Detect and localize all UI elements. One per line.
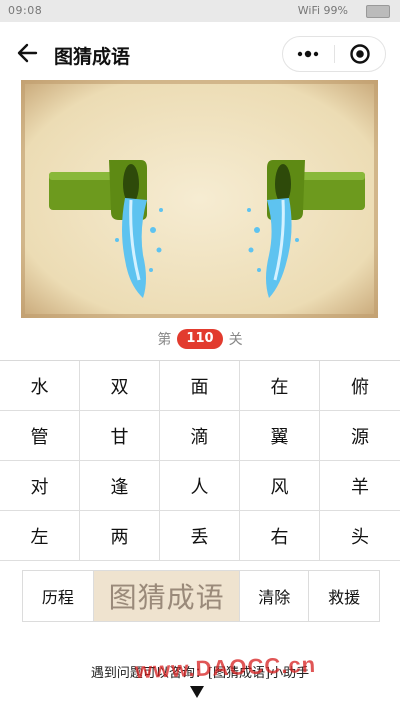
char-key[interactable]: 滴 <box>160 411 240 461</box>
char-key[interactable]: 源 <box>320 411 400 461</box>
level-indicator: 第 110 关 <box>0 326 400 352</box>
arrow-left-icon <box>17 43 38 63</box>
action-bar: 历程 图猜成语 清除 救援 <box>22 570 380 622</box>
chevron-down-icon[interactable] <box>190 686 204 698</box>
char-key[interactable]: 逢 <box>80 461 160 511</box>
status-bar: 09:08 WiFi 99% <box>0 0 400 22</box>
more-dots-icon <box>297 50 319 58</box>
char-key[interactable]: 双 <box>80 361 160 411</box>
character-keyboard: 水 双 面 在 俯 管 甘 滴 翼 源 对 逢 人 风 羊 左 两 丢 右 头 <box>0 360 400 561</box>
char-key[interactable]: 面 <box>160 361 240 411</box>
rescue-button[interactable]: 救援 <box>309 571 379 621</box>
level-number-badge: 110 <box>177 329 223 349</box>
char-key[interactable]: 风 <box>240 461 320 511</box>
level-prefix: 第 <box>157 332 172 348</box>
char-key[interactable]: 在 <box>240 361 320 411</box>
nav-bar: 图猜成语 <box>0 22 400 86</box>
history-button[interactable]: 历程 <box>23 571 94 621</box>
game-logo: 图猜成语 <box>93 571 241 621</box>
char-key[interactable]: 右 <box>240 511 320 561</box>
target-circle-icon <box>350 44 370 64</box>
char-key[interactable]: 丢 <box>160 511 240 561</box>
puzzle-image <box>21 80 378 318</box>
char-key[interactable]: 左 <box>0 511 80 561</box>
pipes-water-illustration <box>21 80 378 318</box>
clear-button[interactable]: 清除 <box>240 571 310 621</box>
char-key[interactable]: 人 <box>160 461 240 511</box>
char-key[interactable]: 两 <box>80 511 160 561</box>
more-button[interactable] <box>283 37 333 71</box>
mini-program-capsule <box>282 36 386 72</box>
status-signal: WiFi 99% <box>297 4 348 17</box>
char-key[interactable]: 羊 <box>320 461 400 511</box>
page-title: 图猜成语 <box>54 46 131 68</box>
char-key[interactable]: 对 <box>0 461 80 511</box>
close-button[interactable] <box>335 37 385 71</box>
char-key[interactable]: 甘 <box>80 411 160 461</box>
char-key[interactable]: 管 <box>0 411 80 461</box>
char-key[interactable]: 头 <box>320 511 400 561</box>
level-suffix: 关 <box>228 332 243 348</box>
char-key[interactable]: 俯 <box>320 361 400 411</box>
char-key[interactable]: 翼 <box>240 411 320 461</box>
status-time: 09:08 <box>8 4 43 17</box>
back-button[interactable] <box>12 38 42 68</box>
battery-icon <box>366 5 390 18</box>
char-key[interactable]: 水 <box>0 361 80 411</box>
